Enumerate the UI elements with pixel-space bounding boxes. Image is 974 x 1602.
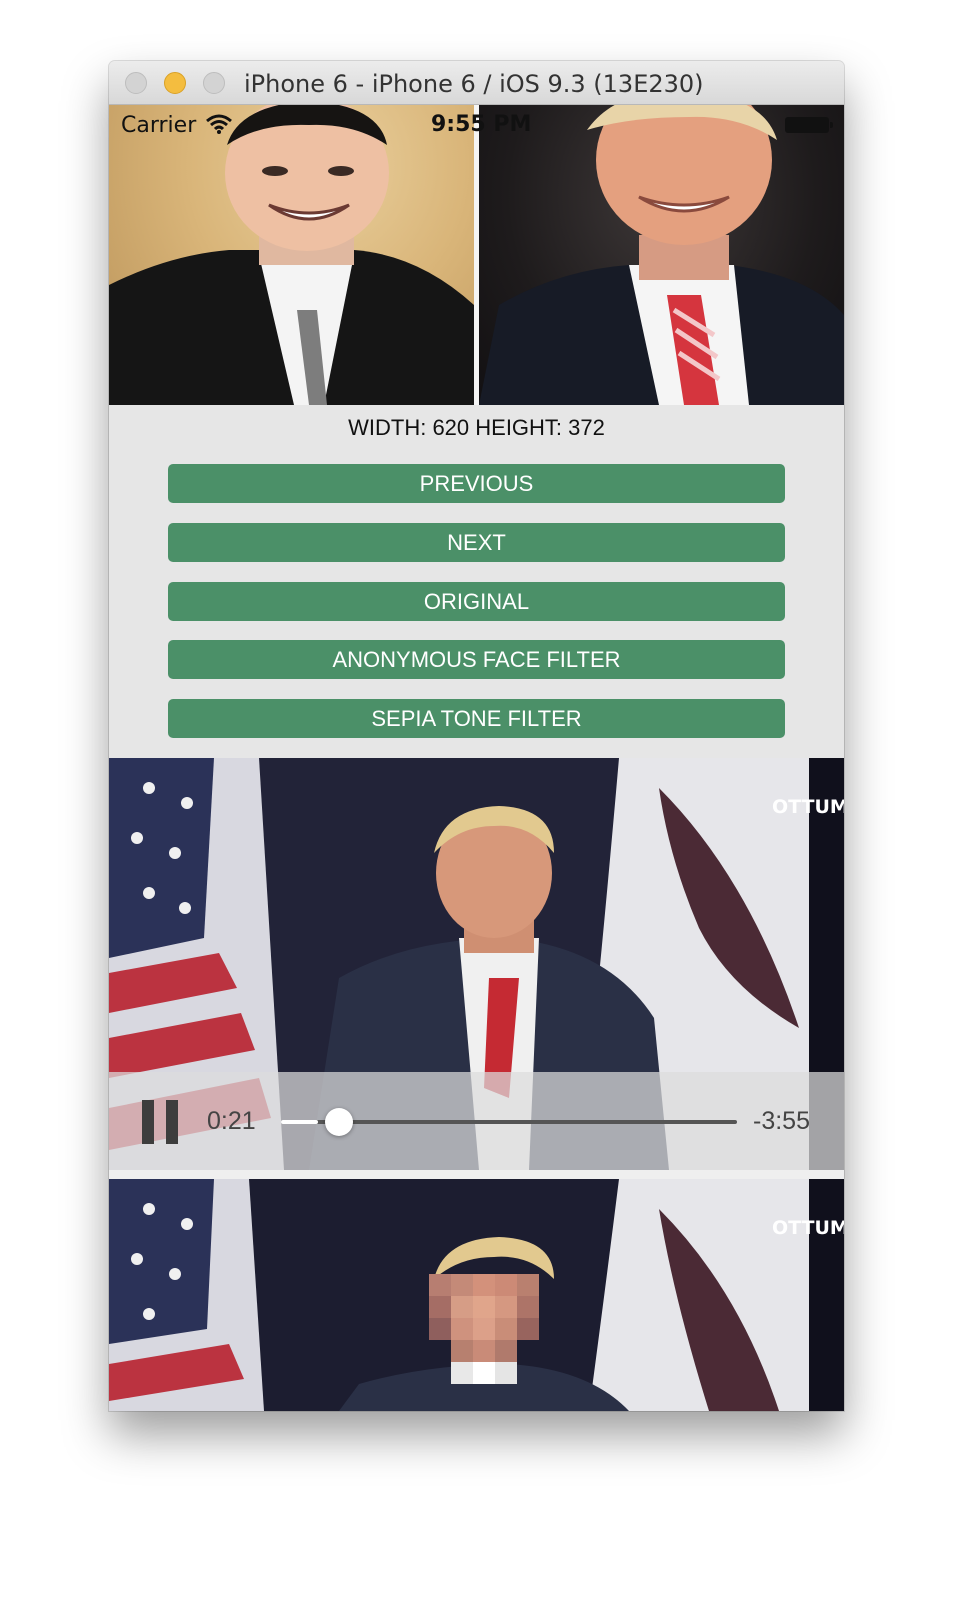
scrubber-track[interactable] bbox=[281, 1108, 737, 1136]
sepia-tone-filter-button[interactable]: SEPIA TONE FILTER bbox=[168, 699, 785, 738]
anonymous-face-filter-button[interactable]: ANONYMOUS FACE FILTER bbox=[168, 640, 785, 679]
window-titlebar: iPhone 6 - iPhone 6 / iOS 9.3 (13E230) bbox=[109, 61, 844, 105]
image-dimensions-label: WIDTH: 620 HEIGHT: 372 bbox=[348, 415, 605, 440]
status-clock: 9:55 PM bbox=[431, 112, 532, 137]
remaining-time: -3:55 bbox=[753, 1107, 810, 1135]
original-button[interactable]: ORIGINAL bbox=[168, 582, 785, 621]
filtered-video-player[interactable]: OTTUM bbox=[109, 1179, 844, 1411]
wifi-icon bbox=[206, 114, 232, 134]
close-window-button[interactable] bbox=[125, 72, 147, 94]
filtered-video-frame: OTTUM bbox=[109, 1179, 844, 1411]
scrubber-thumb[interactable] bbox=[325, 1108, 353, 1136]
video-separator bbox=[109, 1170, 844, 1179]
video-controls: 0:21 -3:55 bbox=[109, 1072, 844, 1170]
phone-screen: Carrier 9:55 PM WIDTH: 620 HEIGHT: 372 P… bbox=[109, 105, 844, 1411]
simulator-window: iPhone 6 - iPhone 6 / iOS 9.3 (13E230) C… bbox=[109, 61, 844, 1411]
next-button[interactable]: NEXT bbox=[168, 523, 785, 562]
scrubber-progress bbox=[281, 1120, 318, 1124]
battery-icon bbox=[785, 117, 833, 133]
filtered-video-watermark: OTTUM bbox=[772, 1217, 844, 1239]
window-title: iPhone 6 - iPhone 6 / iOS 9.3 (13E230) bbox=[244, 70, 704, 98]
right-portrait-photo bbox=[479, 105, 844, 405]
video-watermark: OTTUM bbox=[772, 796, 844, 818]
pause-button[interactable] bbox=[140, 1100, 180, 1144]
minimize-window-button[interactable] bbox=[164, 72, 186, 94]
right-portrait-figure bbox=[479, 105, 844, 405]
zoom-window-button[interactable] bbox=[203, 72, 225, 94]
source-image: Carrier 9:55 PM bbox=[109, 105, 844, 405]
left-portrait-figure bbox=[109, 105, 474, 405]
video-player[interactable]: OTTUM 0:21 -3:55 bbox=[109, 758, 844, 1170]
pause-bar-right bbox=[166, 1100, 178, 1144]
carrier-label: Carrier bbox=[121, 113, 197, 138]
left-portrait-photo bbox=[109, 105, 474, 405]
pause-bar-left bbox=[142, 1100, 154, 1144]
elapsed-time: 0:21 bbox=[207, 1107, 256, 1135]
previous-button[interactable]: PREVIOUS bbox=[168, 464, 785, 503]
ios-status-bar: Carrier 9:55 PM bbox=[109, 105, 844, 145]
